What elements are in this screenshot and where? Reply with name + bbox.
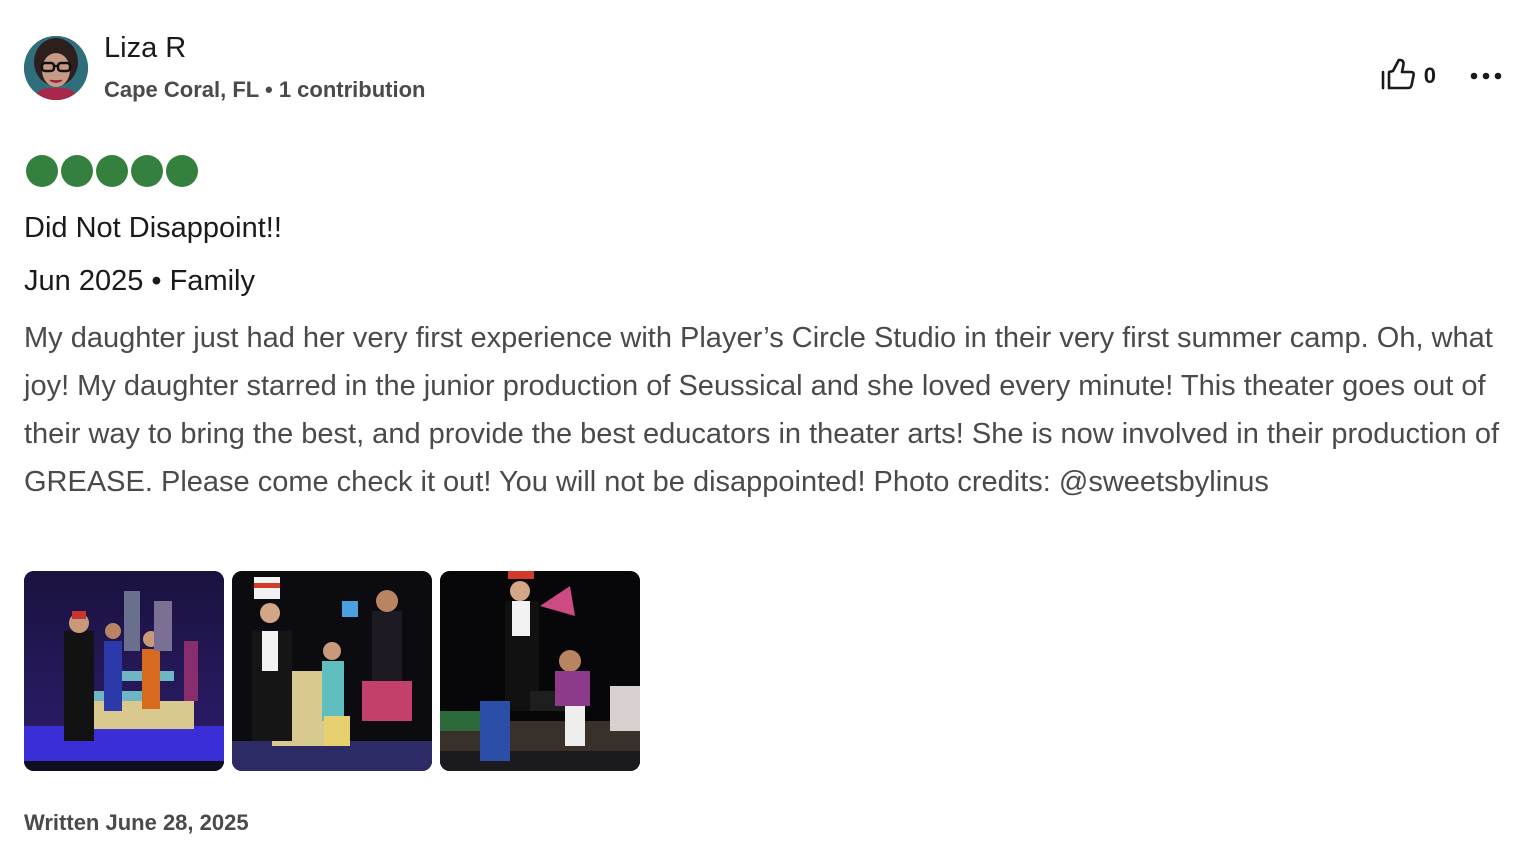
more-options-button[interactable] <box>1468 56 1504 96</box>
rating-bubble-filled <box>166 155 198 187</box>
stage-photo-1 <box>24 571 224 771</box>
user-avatar[interactable] <box>24 36 88 100</box>
review-card: Liza R Cape Coral, FL • 1 contribution 0 <box>24 0 1504 852</box>
user-meta: Cape Coral, FL • 1 contribution <box>104 77 425 103</box>
rating-bubble-filled <box>96 155 128 187</box>
meta-separator: • <box>264 77 273 102</box>
rating-bubbles <box>26 155 198 187</box>
review-photos <box>24 571 640 771</box>
review-photo[interactable] <box>440 571 640 771</box>
thumbs-up-icon <box>1380 58 1416 95</box>
rating-bubble-filled <box>61 155 93 187</box>
more-options-icon <box>1470 67 1502 85</box>
stage-photo-3 <box>440 571 640 771</box>
review-title[interactable]: Did Not Disappoint!! <box>24 212 282 245</box>
stage-photo-2 <box>232 571 432 771</box>
review-photo[interactable] <box>24 571 224 771</box>
helpful-count: 0 <box>1423 63 1436 88</box>
review-photo[interactable] <box>232 571 432 771</box>
rating-bubble-filled <box>131 155 163 187</box>
user-name[interactable]: Liza R <box>104 32 186 65</box>
helpful-vote-button[interactable]: 0 <box>1374 56 1442 96</box>
trip-info: Jun 2025 • Family <box>24 265 255 297</box>
review-actions: 0 <box>1374 56 1504 96</box>
review-body: My daughter just had her very first expe… <box>24 322 1500 498</box>
written-date: Written June 28, 2025 <box>24 810 249 835</box>
rating-bubble-filled <box>26 155 58 187</box>
user-location: Cape Coral, FL <box>104 77 259 102</box>
user-contributions: 1 contribution <box>278 77 426 102</box>
